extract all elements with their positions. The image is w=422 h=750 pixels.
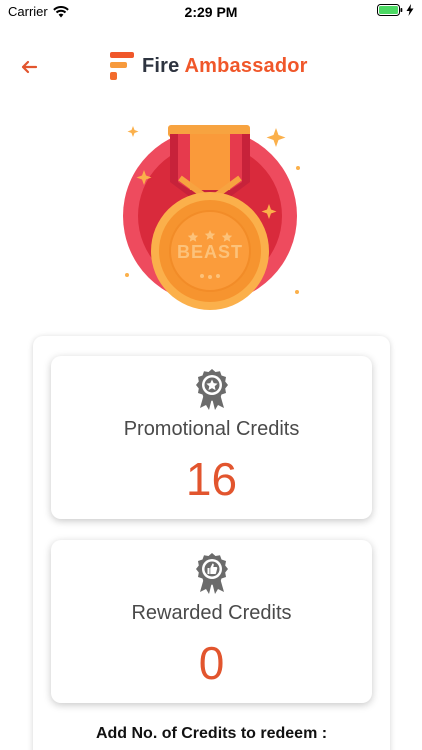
fire-logo-icon [110,52,134,80]
battery-icon [377,4,403,16]
app-title: Fire Ambassador [142,55,308,78]
medal-icon: BEAST [123,125,300,310]
medal-illustration: BEAST [118,120,308,320]
battery-indicator [377,4,414,16]
promotional-icon-wrap [51,368,372,410]
award-badge-thumbs-up-icon [195,553,228,594]
app-header: Fire Ambassador [0,44,422,90]
medal-text: BEAST [177,242,243,262]
charging-bolt-icon [406,4,414,16]
status-time: 2:29 PM [184,4,238,20]
app-title-ambassador: Ambassador [184,54,308,77]
rewarded-credits-card: Rewarded Credits 0 [51,540,372,703]
arrow-left-icon [21,60,38,74]
rewarded-credits-label: Rewarded Credits [131,602,292,624]
app-logo: Fire Ambassador [108,50,308,82]
app-title-fire: Fire [142,54,180,77]
rewarded-credits-value: 0 [198,637,225,689]
award-badge-star-icon [195,369,228,410]
promotional-credits-value: 16 [185,453,238,505]
promotional-credits-card: Promotional Credits 16 [51,356,372,519]
credits-panel: Promotional Credits 16 Rewarded Credits … [33,336,390,750]
redeem-credits-label: Add No. of Credits to redeem : [95,725,328,742]
back-button[interactable] [14,52,44,82]
rewarded-icon-wrap [51,552,372,594]
promotional-credits-label: Promotional Credits [123,418,300,440]
status-bar: Carrier 2:29 PM [0,0,422,24]
